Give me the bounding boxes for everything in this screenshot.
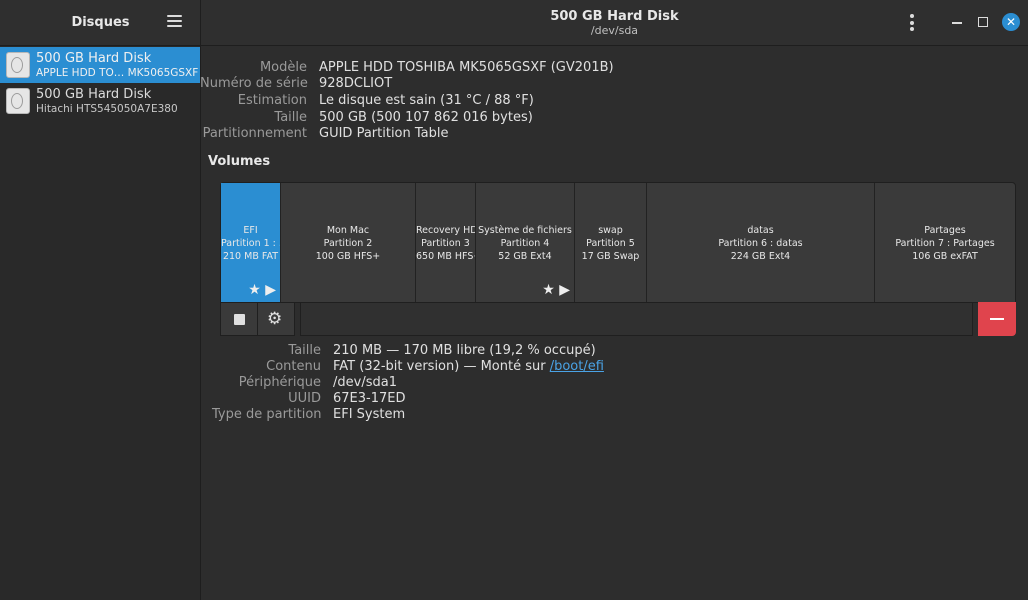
partition-name: Partages <box>924 225 966 236</box>
partition-block[interactable]: Partages Partition 7 : Partages 106 GB exF… <box>875 183 1015 302</box>
volume-toolbar: ⚙ <box>220 302 1016 336</box>
header-bar: 500 GB Hard Disk /dev/sda ✕ <box>201 0 1028 46</box>
serial-value: 928DCLIOT <box>319 76 393 91</box>
star-play-icon: ★ ▶ <box>248 282 276 298</box>
vol-uuid-value: 67E3-17ED <box>333 391 406 406</box>
gear-icon: ⚙ <box>267 309 283 329</box>
vol-content-text: FAT (32-bit version) — Monté sur <box>333 359 550 374</box>
size-label: Taille <box>274 110 307 125</box>
vol-content-label: Contenu <box>266 359 321 374</box>
size-value: 500 GB (500 107 862 016 bytes) <box>319 110 533 125</box>
hamburger-icon[interactable] <box>167 15 182 28</box>
star-play-icon: ★ ▶ <box>542 282 570 298</box>
vol-size-value: 210 MB — 170 MB libre (19,2 % occupé) <box>333 343 596 358</box>
vol-uuid-label: UUID <box>288 391 321 406</box>
stop-icon <box>234 314 245 325</box>
mount-point-link[interactable]: /boot/efi <box>550 359 604 374</box>
delete-partition-button[interactable] <box>978 302 1016 336</box>
partition-name: Recovery HD <box>416 225 475 236</box>
disks-window: Disques 500 GB Hard Disk APPLE HDD TO… M… <box>0 0 1028 600</box>
partitioning-value: GUID Partition Table <box>319 126 449 141</box>
hard-disk-icon <box>6 52 30 78</box>
partition-block[interactable]: Recovery HD Partition 3 650 MB HFS+ <box>416 183 476 302</box>
partition-block[interactable]: Mon Mac Partition 2 100 GB HFS+ <box>281 183 416 302</box>
vol-content-value: FAT (32-bit version) — Monté sur /boot/e… <box>333 359 604 374</box>
partition-name: datas <box>747 225 774 236</box>
partition-size: 210 MB FAT <box>222 251 279 262</box>
kebab-icon[interactable] <box>910 14 914 31</box>
partition-number: Partition 4 <box>500 238 550 249</box>
disk-name: 500 GB Hard Disk <box>36 87 152 102</box>
window-subtitle: /dev/sda <box>590 24 639 37</box>
partition-size: 100 GB HFS+ <box>315 251 381 262</box>
maximize-icon[interactable] <box>978 17 988 27</box>
partition-block[interactable]: datas Partition 6 : datas 224 GB Ext4 <box>647 183 875 302</box>
partition-block[interactable]: swap Partition 5 17 GB Swap <box>575 183 647 302</box>
partition-size: 106 GB exFAT <box>912 251 978 262</box>
close-icon[interactable]: ✕ <box>1002 13 1020 31</box>
disk-list-item[interactable]: 500 GB Hard Disk Hitachi HTS545050A7E380 <box>0 83 200 119</box>
sidebar-header: Disques <box>0 0 200 46</box>
partition-block[interactable]: EFI Partition 1 : ... 210 MB FAT ★ ▶ <box>221 183 281 302</box>
toolbar-spacer <box>300 302 973 336</box>
partition-number: Partition 7 : Partages <box>895 238 995 249</box>
partition-name: swap <box>598 225 623 236</box>
partitioning-label: Partitionnement <box>202 126 307 141</box>
partition-options-button[interactable]: ⚙ <box>257 302 295 336</box>
unmount-button[interactable] <box>220 302 258 336</box>
partition-name: Mon Mac <box>326 225 370 236</box>
model-value: APPLE HDD TOSHIBA MK5065GSXF (GV201B) <box>319 60 614 75</box>
partition-number: Partition 3 <box>421 238 470 249</box>
vol-parttype-label: Type de partition <box>212 407 322 422</box>
partition-number: Partition 5 <box>586 238 635 249</box>
serial-label: Numéro de série <box>200 76 308 91</box>
partition-block[interactable]: Système de fichiers Partition 4 52 GB Ext4… <box>476 183 575 302</box>
sidebar: Disques 500 GB Hard Disk APPLE HDD TO… M… <box>0 0 201 600</box>
partition-name: EFI <box>243 225 258 236</box>
disk-name: 500 GB Hard Disk <box>36 51 152 66</box>
partition-number: Partition 1 : ... <box>221 238 280 249</box>
volumes-heading: Volumes <box>208 154 271 169</box>
disk-model: Hitachi HTS545050A7E380 <box>36 103 178 115</box>
disk-model: APPLE HDD TO… MK5065GSXF <box>36 67 199 79</box>
partition-number: Partition 6 : datas <box>718 238 803 249</box>
volume-bar: EFI Partition 1 : ... 210 MB FAT ★ ▶ Mon M… <box>220 182 1016 303</box>
partition-size: 52 GB Ext4 <box>498 251 552 262</box>
minimize-icon[interactable] <box>952 22 962 24</box>
partition-name: Système de fichiers <box>478 225 572 236</box>
partition-size: 17 GB Swap <box>581 251 640 262</box>
partition-size: 224 GB Ext4 <box>730 251 791 262</box>
vol-parttype-value: EFI System <box>333 407 406 422</box>
vol-device-label: Périphérique <box>238 375 321 390</box>
assessment-label: Estimation <box>237 93 307 108</box>
assessment-value: Le disque est sain (31 °C / 88 °F) <box>319 93 534 108</box>
model-label: Modèle <box>259 60 307 75</box>
partition-number: Partition 2 <box>323 238 373 249</box>
disk-list-item[interactable]: 500 GB Hard Disk APPLE HDD TO… MK5065GSX… <box>0 47 200 83</box>
hard-disk-icon <box>6 88 30 114</box>
vol-size-label: Taille <box>288 343 321 358</box>
minus-icon <box>990 318 1004 320</box>
window-title: 500 GB Hard Disk <box>550 9 679 24</box>
partition-size: 650 MB HFS+ <box>416 251 475 262</box>
vol-device-value: /dev/sda1 <box>333 375 397 390</box>
